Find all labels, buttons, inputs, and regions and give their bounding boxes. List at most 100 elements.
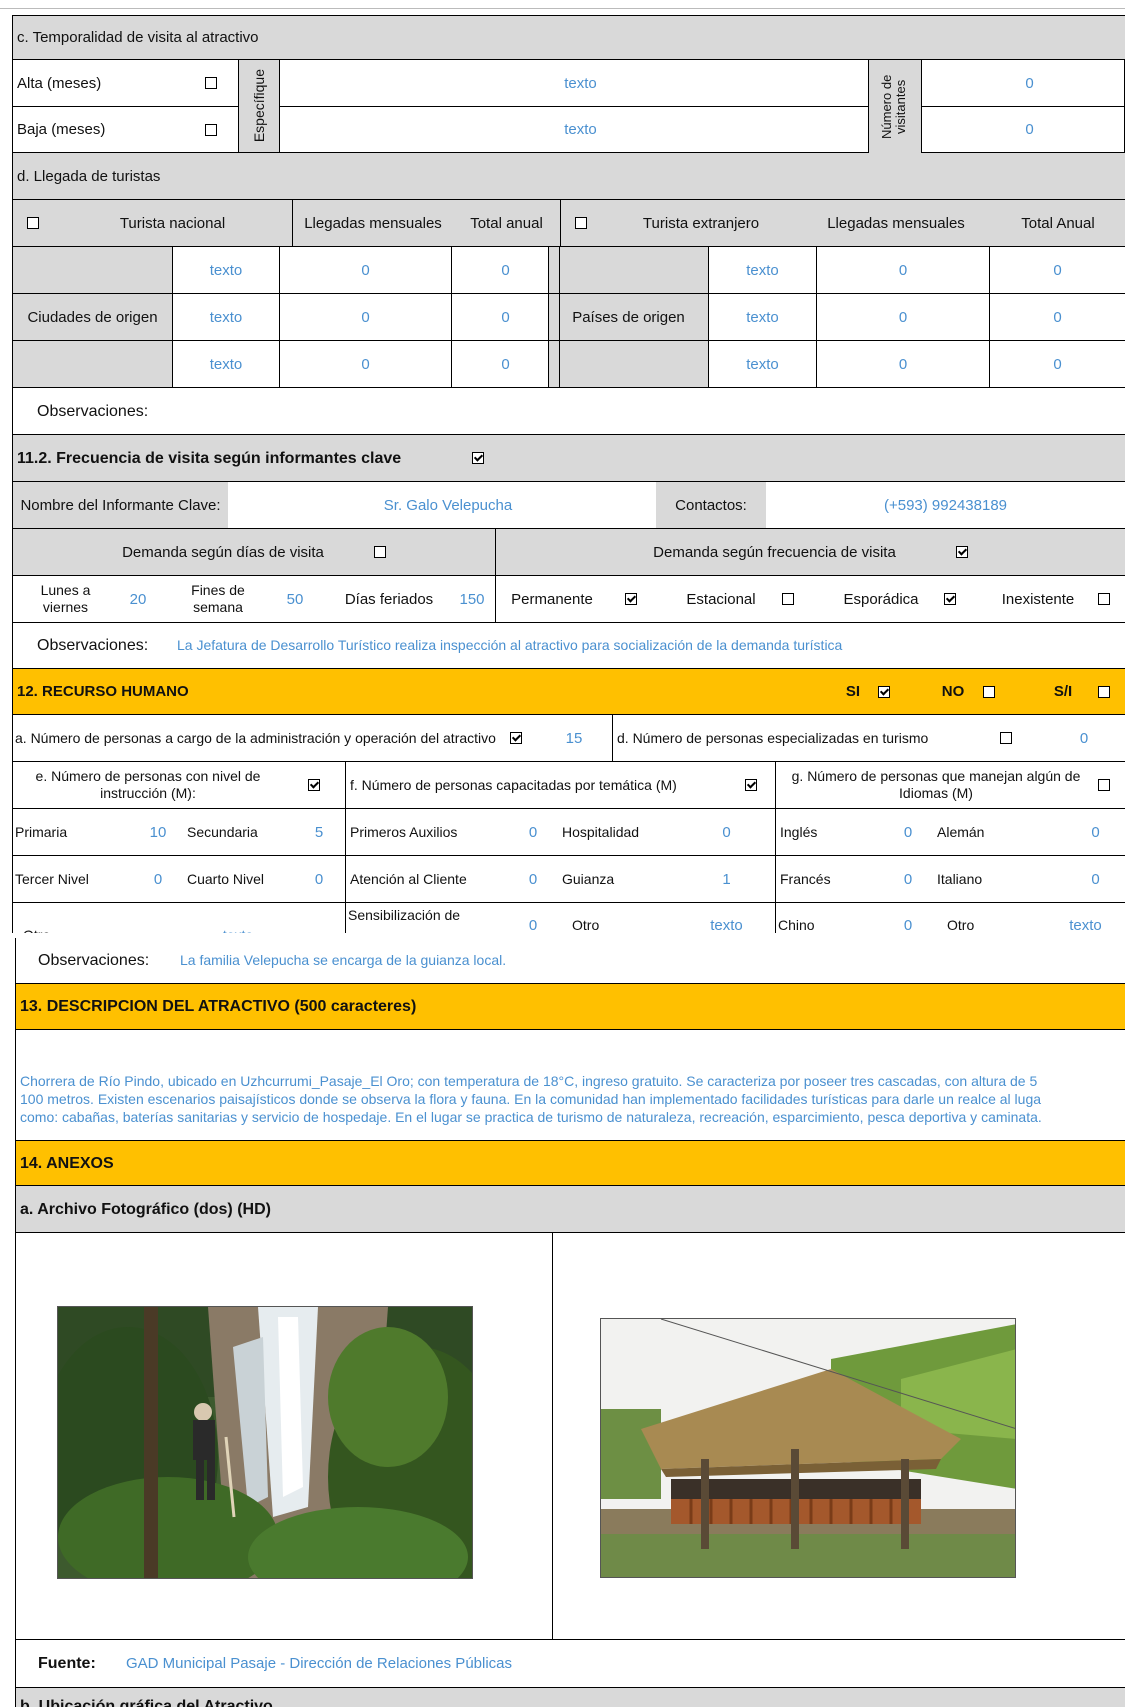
otro3-label: Otro bbox=[947, 917, 975, 933]
otro2-value[interactable]: texto bbox=[678, 903, 776, 933]
ciudad-text[interactable]: texto bbox=[173, 247, 280, 293]
recurso-d-value[interactable]: 0 bbox=[1043, 715, 1125, 761]
llegada-row: texto 0 0 texto 0 0 bbox=[12, 341, 1125, 388]
recurso-g-checkbox-cell[interactable] bbox=[1089, 762, 1119, 808]
obs2-value[interactable]: La familia Velepucha se encarga de la gu… bbox=[176, 938, 1125, 983]
lunes-value[interactable]: 20 bbox=[118, 576, 158, 622]
pais-text[interactable]: texto bbox=[709, 294, 817, 340]
demanda-dias-checkbox[interactable] bbox=[373, 546, 386, 558]
ciudad-mensual[interactable]: 0 bbox=[280, 341, 452, 387]
nacional-checkbox[interactable] bbox=[27, 217, 39, 229]
secundaria-value[interactable]: 5 bbox=[293, 809, 346, 855]
informante-name[interactable]: Sr. Galo Velepucha bbox=[228, 482, 668, 528]
ingles-value[interactable]: 0 bbox=[883, 809, 933, 855]
recurso-a-checkbox-cell[interactable] bbox=[496, 715, 536, 761]
extranjero-checkbox-cell[interactable] bbox=[561, 200, 601, 246]
recurso-g-checkbox[interactable] bbox=[1098, 779, 1110, 791]
recurso-si-checkbox[interactable] bbox=[878, 685, 890, 698]
tercer-value[interactable]: 0 bbox=[133, 856, 183, 902]
permanente-checkbox-cell[interactable] bbox=[616, 576, 646, 622]
recurso-f-checkbox[interactable] bbox=[744, 779, 757, 791]
ciudad-total[interactable]: 0 bbox=[452, 247, 560, 293]
ciudad-mensual[interactable]: 0 bbox=[280, 294, 452, 340]
primaria-value[interactable]: 10 bbox=[133, 809, 183, 855]
extranjero-checkbox[interactable] bbox=[575, 217, 587, 229]
inexistente-checkbox[interactable] bbox=[1098, 593, 1110, 605]
recurso-d-checkbox-cell[interactable] bbox=[973, 715, 1038, 761]
pais-mensual[interactable]: 0 bbox=[817, 247, 990, 293]
recurso-sin-checkbox[interactable] bbox=[1098, 685, 1110, 698]
alta-checkbox-cell[interactable] bbox=[183, 60, 239, 106]
esporadica-checkbox-cell[interactable] bbox=[935, 576, 965, 622]
esporadica-checkbox[interactable] bbox=[944, 593, 956, 605]
alta-text[interactable]: texto bbox=[281, 60, 881, 106]
alta-label: Alta (meses) bbox=[17, 74, 102, 92]
llegada-row: texto 0 0 texto 0 0 bbox=[12, 247, 1125, 294]
baja-checkbox[interactable] bbox=[204, 123, 217, 136]
alta-num[interactable]: 0 bbox=[935, 60, 1125, 106]
descripcion-line-1: Chorrera de Río Pindo, ubicado en Uzhcur… bbox=[20, 1073, 1038, 1089]
recurso-a-label: a. Número de personas a cargo de la admi… bbox=[15, 729, 496, 746]
fines-value[interactable]: 50 bbox=[275, 576, 315, 622]
recurso-no-checkbox[interactable] bbox=[983, 685, 995, 698]
alta-checkbox[interactable] bbox=[204, 77, 217, 89]
pais-text[interactable]: texto bbox=[709, 247, 817, 293]
recurso-sin-checkbox-cell[interactable] bbox=[1089, 669, 1119, 714]
demanda-frec-checkbox[interactable] bbox=[955, 546, 968, 558]
cuarto-value[interactable]: 0 bbox=[293, 856, 346, 902]
total-anual-ext: Total Anual bbox=[1021, 214, 1095, 232]
pais-total[interactable]: 0 bbox=[990, 294, 1125, 340]
estacional-checkbox-cell[interactable] bbox=[773, 576, 803, 622]
frances-value[interactable]: 0 bbox=[883, 856, 933, 902]
aleman-value[interactable]: 0 bbox=[1073, 809, 1118, 855]
recurso-a-value[interactable]: 15 bbox=[536, 715, 613, 761]
guianza-value[interactable]: 1 bbox=[678, 856, 776, 902]
otro2-label: Otro bbox=[572, 917, 600, 933]
ciudad-text[interactable]: texto bbox=[173, 341, 280, 387]
otro3-value[interactable]: texto bbox=[1053, 903, 1118, 933]
contactos-label: Contactos: bbox=[656, 482, 766, 528]
archivo-header: a. Archivo Fotográfico (dos) (HD) bbox=[15, 1186, 1125, 1233]
recurso-si-checkbox-cell[interactable] bbox=[869, 669, 899, 714]
baja-num[interactable]: 0 bbox=[935, 107, 1125, 152]
nacional-label: Turista nacional bbox=[53, 200, 293, 246]
estacional-checkbox[interactable] bbox=[782, 593, 794, 605]
pais-total[interactable]: 0 bbox=[990, 247, 1125, 293]
demanda-values-row: Lunes a viernes 20 Fines de semana 50 Dí… bbox=[12, 576, 1125, 623]
baja-label: Baja (meses) bbox=[17, 121, 106, 138]
pais-text[interactable]: texto bbox=[709, 341, 817, 387]
pais-mensual[interactable]: 0 bbox=[817, 341, 990, 387]
anexos-title: 14. ANEXOS bbox=[20, 1154, 114, 1172]
otro1-value[interactable]: texto bbox=[183, 903, 293, 933]
recurso-d-checkbox[interactable] bbox=[999, 732, 1012, 744]
fuente-value[interactable]: GAD Municipal Pasaje - Dirección de Rela… bbox=[122, 1640, 1125, 1687]
pais-mensual[interactable]: 0 bbox=[817, 294, 990, 340]
baja-text[interactable]: texto bbox=[281, 107, 881, 152]
baja-checkbox-cell[interactable] bbox=[183, 107, 239, 152]
permanente-checkbox[interactable] bbox=[625, 593, 637, 605]
frecuencia-obs-value[interactable]: La Jefatura de Desarrollo Turístico real… bbox=[173, 623, 1125, 668]
inexistente-checkbox-cell[interactable] bbox=[1089, 576, 1119, 622]
primeros-value[interactable]: 0 bbox=[508, 809, 558, 855]
recurso-e-checkbox[interactable] bbox=[308, 779, 320, 791]
ciudad-text[interactable]: texto bbox=[173, 294, 280, 340]
frecuencia-checkbox-cell[interactable] bbox=[463, 435, 493, 481]
recurso-e-checkbox-cell[interactable] bbox=[283, 762, 346, 808]
descripcion-body[interactable]: Chorrera de Río Pindo, ubicado en Uzhcur… bbox=[15, 1030, 1125, 1140]
ciudad-total[interactable]: 0 bbox=[452, 341, 560, 387]
pais-total[interactable]: 0 bbox=[990, 341, 1125, 387]
contactos-value[interactable]: (+593) 992438189 bbox=[766, 482, 1125, 528]
recurso-no-checkbox-cell[interactable] bbox=[974, 669, 1004, 714]
atencion-value[interactable]: 0 bbox=[508, 856, 558, 902]
hospitalidad-value[interactable]: 0 bbox=[678, 809, 776, 855]
ciudad-mensual[interactable]: 0 bbox=[280, 247, 452, 293]
recurso-a-checkbox[interactable] bbox=[510, 732, 522, 744]
italiano-value[interactable]: 0 bbox=[1073, 856, 1118, 902]
frecuencia-checkbox[interactable] bbox=[472, 452, 484, 464]
chino-value[interactable]: 0 bbox=[883, 903, 933, 933]
recurso-f-checkbox-cell[interactable] bbox=[726, 762, 776, 808]
sensibilizacion-value[interactable]: 0 bbox=[508, 903, 558, 933]
nacional-checkbox-cell[interactable] bbox=[13, 200, 53, 246]
ciudad-total[interactable]: 0 bbox=[452, 294, 560, 340]
feriados-value[interactable]: 150 bbox=[449, 576, 496, 622]
